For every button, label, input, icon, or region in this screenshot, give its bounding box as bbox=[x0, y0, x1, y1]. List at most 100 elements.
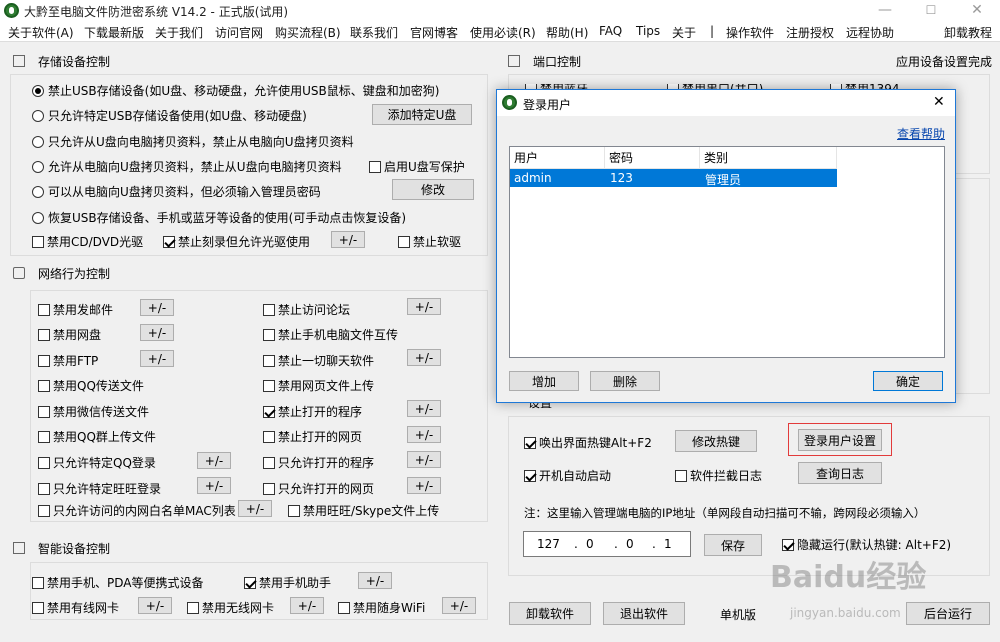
radio-pc-to-usb[interactable]: 允许从电脑向U盘拷贝资料，禁止从U盘向电脑拷贝资料 bbox=[32, 158, 342, 175]
radio-dot[interactable] bbox=[32, 185, 44, 198]
net-left-6[interactable]: 只允许特定QQ登录 bbox=[38, 454, 156, 471]
checkbox-box[interactable] bbox=[263, 482, 275, 495]
phone-pda-checkbox[interactable]: 禁用手机、PDA等便携式设备 bbox=[32, 574, 203, 591]
floppy-checkbox[interactable]: 禁止软驱 bbox=[398, 233, 461, 250]
checkbox-box[interactable] bbox=[675, 469, 687, 482]
checkbox-box[interactable] bbox=[38, 379, 50, 392]
checkbox-box[interactable] bbox=[288, 504, 300, 517]
net-right-2-pm[interactable]: +/- bbox=[407, 349, 441, 366]
wireless-checkbox[interactable]: 禁用无线网卡 bbox=[187, 599, 274, 616]
checkbox-box[interactable] bbox=[187, 601, 199, 614]
net-right-7[interactable]: 只允许打开的网页 bbox=[263, 480, 374, 497]
checkbox-box[interactable] bbox=[263, 303, 275, 316]
net-left-1-pm[interactable]: +/- bbox=[140, 324, 174, 341]
modify-button[interactable]: 修改 bbox=[392, 179, 474, 200]
ok-button[interactable]: 确定 bbox=[873, 371, 943, 391]
radio-restore-devices[interactable]: 恢复USB存储设备、手机或蓝牙等设备的使用(可手动点击恢复设备) bbox=[32, 209, 406, 226]
net-left-2[interactable]: 禁用FTP bbox=[38, 352, 98, 369]
menu-faq[interactable]: FAQ bbox=[599, 24, 622, 38]
user-list[interactable]: 用户 密码 类别 admin 123 管理员 bbox=[509, 146, 945, 358]
menu-download[interactable]: 下载最新版 bbox=[84, 24, 144, 41]
menu-purchase[interactable]: 购买流程(B) bbox=[275, 24, 341, 41]
menu-uninstall-guide[interactable]: 卸载教程 bbox=[944, 24, 992, 41]
menu-about[interactable]: 关于 bbox=[672, 24, 696, 41]
net-left-8-pm[interactable]: +/- bbox=[238, 500, 272, 517]
net-left-1[interactable]: 禁用网盘 bbox=[38, 326, 101, 343]
net-right-4[interactable]: 禁止打开的程序 bbox=[263, 403, 362, 420]
radio-password-copy[interactable]: 可以从电脑向U盘拷贝资料，但必须输入管理员密码 bbox=[32, 183, 321, 200]
wired-pm[interactable]: +/- bbox=[138, 597, 172, 614]
net-left-4[interactable]: 禁用微信传送文件 bbox=[38, 403, 149, 420]
delete-user-button[interactable]: 删除 bbox=[590, 371, 660, 391]
net-right-2[interactable]: 禁止一切聊天软件 bbox=[263, 352, 374, 369]
net-right-5[interactable]: 禁止打开的网页 bbox=[263, 428, 362, 445]
radio-dot[interactable] bbox=[32, 211, 44, 224]
net-left-0[interactable]: 禁用发邮件 bbox=[38, 301, 113, 318]
checkbox-box[interactable] bbox=[338, 601, 350, 614]
checkbox-box[interactable] bbox=[263, 328, 275, 341]
burn-pm-button[interactable]: +/- bbox=[331, 231, 365, 248]
radio-block-usb[interactable]: 禁止USB存储设备(如U盘、移动硬盘，允许使用USB鼠标、键盘和加密狗) bbox=[32, 82, 439, 99]
intercept-log-checkbox[interactable]: 软件拦截日志 bbox=[675, 467, 762, 484]
write-protect-checkbox[interactable]: 启用U盘写保护 bbox=[369, 158, 465, 175]
net-right-0-pm[interactable]: +/- bbox=[407, 298, 441, 315]
checkbox-box[interactable] bbox=[38, 430, 50, 443]
hidden-run-checkbox[interactable]: 隐藏运行(默认热键: Alt+F2) bbox=[782, 536, 951, 553]
wireless-pm[interactable]: +/- bbox=[290, 597, 324, 614]
burn-checkbox[interactable]: 禁止刻录但允许光驱使用 bbox=[163, 233, 310, 250]
maximize-button[interactable]: ☐ bbox=[908, 0, 954, 22]
add-user-button[interactable]: 增加 bbox=[509, 371, 579, 391]
checkbox-box[interactable] bbox=[32, 601, 44, 614]
radio-dot[interactable] bbox=[32, 135, 44, 148]
menu-contact[interactable]: 联系我们 bbox=[350, 24, 398, 41]
cd-dvd-checkbox[interactable]: 禁用CD/DVD光驱 bbox=[32, 233, 143, 250]
checkbox-box[interactable] bbox=[369, 160, 381, 173]
wifi-checkbox[interactable]: 禁用随身WiFi bbox=[338, 599, 425, 616]
phone-assist-checkbox[interactable]: 禁用手机助手 bbox=[244, 574, 331, 591]
checkbox-box[interactable] bbox=[263, 379, 275, 392]
login-user-settings-button[interactable]: 登录用户设置 bbox=[798, 429, 882, 451]
net-right-7-pm[interactable]: +/- bbox=[407, 477, 441, 494]
checkbox-box[interactable] bbox=[244, 576, 256, 589]
net-left-3[interactable]: 禁用QQ传送文件 bbox=[38, 377, 144, 394]
phone-assist-pm[interactable]: +/- bbox=[358, 572, 392, 589]
net-left-0-pm[interactable]: +/- bbox=[140, 299, 174, 316]
checkbox-box[interactable] bbox=[38, 328, 50, 341]
net-left-2-pm[interactable]: +/- bbox=[140, 350, 174, 367]
checkbox-box[interactable] bbox=[782, 538, 794, 551]
radio-specific-usb[interactable]: 只允许特定USB存储设备使用(如U盘、移动硬盘) bbox=[32, 107, 307, 124]
column-header-type[interactable]: 类别 bbox=[700, 147, 837, 169]
checkbox-box[interactable] bbox=[38, 405, 50, 418]
checkbox-box[interactable] bbox=[38, 303, 50, 316]
dialog-close-button[interactable]: ✕ bbox=[933, 94, 945, 110]
net-left-8[interactable]: 只允许访问的内网白名单MAC列表 bbox=[38, 502, 236, 519]
checkbox-box[interactable] bbox=[398, 235, 410, 248]
net-right-6-pm[interactable]: +/- bbox=[407, 451, 441, 468]
net-left-5[interactable]: 禁用QQ群上传文件 bbox=[38, 428, 156, 445]
menu-about-us[interactable]: 关于我们 bbox=[155, 24, 203, 41]
net-left-7[interactable]: 只允许特定旺旺登录 bbox=[38, 480, 161, 497]
menu-tips[interactable]: Tips bbox=[636, 24, 660, 38]
wifi-pm[interactable]: +/- bbox=[442, 597, 476, 614]
hotkey-checkbox[interactable]: 唤出界面热键Alt+F2 bbox=[524, 434, 652, 451]
close-button[interactable]: ✕ bbox=[954, 0, 1000, 22]
net-left-7-pm[interactable]: +/- bbox=[197, 477, 231, 494]
table-row[interactable]: admin 123 管理员 bbox=[510, 169, 837, 187]
radio-dot[interactable] bbox=[32, 84, 44, 97]
checkbox-box[interactable] bbox=[524, 436, 536, 449]
menu-blog[interactable]: 官网博客 bbox=[410, 24, 458, 41]
column-header-user[interactable]: 用户 bbox=[510, 147, 605, 169]
menu-register[interactable]: 注册授权 bbox=[786, 24, 834, 41]
autostart-checkbox[interactable]: 开机自动启动 bbox=[524, 467, 611, 484]
net-left-6-pm[interactable]: +/- bbox=[197, 452, 231, 469]
menu-must-read[interactable]: 使用必读(R) bbox=[470, 24, 536, 41]
checkbox-box[interactable] bbox=[38, 482, 50, 495]
ip-input[interactable]: 127 . 0 . 0 . 1 bbox=[523, 531, 691, 557]
net-right-3[interactable]: 禁用网页文件上传 bbox=[263, 377, 374, 394]
checkbox-box[interactable] bbox=[38, 456, 50, 469]
menu-about-software[interactable]: 关于软件(A) bbox=[8, 24, 74, 41]
menu-remote[interactable]: 远程协助 bbox=[846, 24, 894, 41]
net-right-8[interactable]: 禁用旺旺/Skype文件上传 bbox=[288, 502, 439, 519]
menu-website[interactable]: 访问官网 bbox=[215, 24, 263, 41]
net-right-4-pm[interactable]: +/- bbox=[407, 400, 441, 417]
